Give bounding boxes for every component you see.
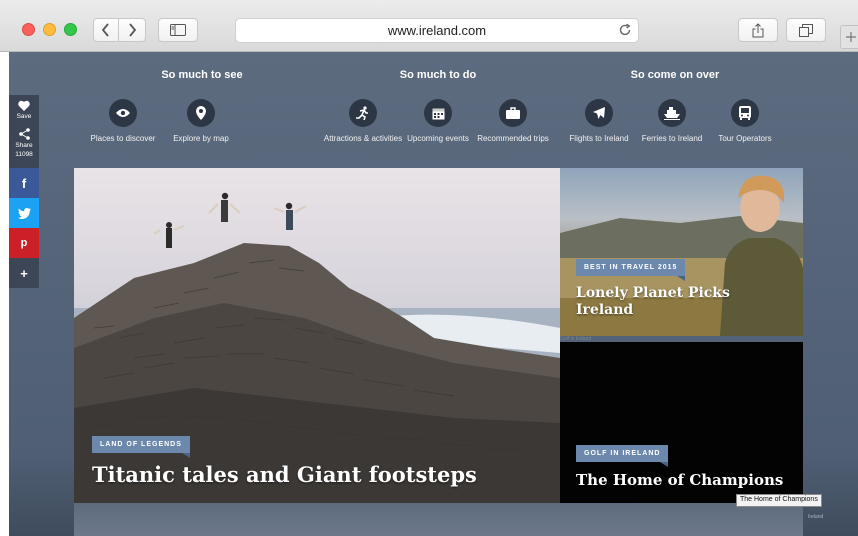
- nav-item-attractions[interactable]: Attractions & activities: [321, 99, 405, 144]
- chevron-left-icon: [101, 23, 109, 37]
- share-icon: [752, 22, 764, 37]
- hero-tag: LAND OF LEGENDS: [92, 436, 190, 458]
- eye-icon: [109, 99, 137, 127]
- nav-item-map[interactable]: Explore by map: [159, 99, 243, 144]
- lower-image-caption: Ireland: [808, 514, 824, 520]
- url-text: www.ireland.com: [387, 23, 487, 38]
- forward-button[interactable]: [119, 18, 146, 42]
- nav-item-label: Explore by map: [173, 134, 229, 143]
- new-tab-button[interactable]: [840, 25, 858, 49]
- twitter-icon: [17, 207, 31, 219]
- nav-item-places[interactable]: Places to discover: [81, 99, 165, 144]
- share-count: 11098: [15, 151, 33, 158]
- sidebar-toggle-button[interactable]: [158, 18, 198, 42]
- nav-item-events[interactable]: Upcoming events: [396, 99, 480, 144]
- suitcase-icon: [499, 99, 527, 127]
- share-label: Share: [15, 142, 33, 149]
- nav-item-label: Flights to Ireland: [569, 134, 629, 143]
- nav-item-trips[interactable]: Recommended trips: [471, 99, 555, 144]
- hero-feature-card[interactable]: LAND OF LEGENDS Titanic tales and Giant …: [74, 168, 560, 503]
- nav-item-ferries[interactable]: Ferries to Ireland: [630, 99, 714, 144]
- golf-card[interactable]: GOLF IN IRELAND The Home of Champions: [560, 342, 803, 503]
- golf-title[interactable]: The Home of Champions: [576, 471, 783, 489]
- hero-title[interactable]: Titanic tales and Giant footsteps: [92, 462, 477, 487]
- bus-icon: [731, 99, 759, 127]
- twitter-share-button[interactable]: [9, 198, 39, 228]
- pinterest-icon: p: [20, 237, 28, 249]
- social-share-bar: Save Share 11098 f p +: [9, 95, 39, 288]
- chevron-right-icon: [129, 23, 137, 37]
- more-share-label: +: [20, 265, 28, 281]
- share-nodes-icon: [18, 128, 30, 140]
- promo-title-line1: Lonely Planet Picks: [576, 285, 730, 301]
- share-count-button[interactable]: Share 11098: [9, 124, 39, 168]
- promo-tag: BEST IN TRAVEL 2015: [576, 259, 686, 281]
- map-pin-icon: [187, 99, 215, 127]
- nav-item-flights[interactable]: Flights to Ireland: [557, 99, 641, 144]
- heart-icon: [18, 100, 30, 111]
- pinterest-share-button[interactable]: p: [9, 228, 39, 258]
- calendar-icon: [424, 99, 452, 127]
- facebook-share-button[interactable]: f: [9, 168, 39, 198]
- nav-heading-see: So much to see: [161, 69, 243, 81]
- promo-title[interactable]: Lonely Planet Picks Ireland: [576, 285, 730, 319]
- nav-heading-do: So much to do: [399, 69, 477, 81]
- running-person-icon: [349, 99, 377, 127]
- plus-icon: [846, 32, 856, 42]
- browser-toolbar: www.ireland.com: [0, 0, 858, 52]
- save-button[interactable]: Save: [9, 95, 39, 124]
- share-button[interactable]: [738, 18, 778, 42]
- zoom-window-button[interactable]: [64, 23, 77, 36]
- golf-tag: GOLF IN IRELAND: [576, 445, 669, 467]
- nav-item-label: Recommended trips: [477, 134, 549, 143]
- nav-item-tour-operators[interactable]: Tour Operators: [703, 99, 787, 144]
- reload-icon: [619, 23, 631, 36]
- sidebar-icon: [170, 24, 186, 36]
- browser-window: www.ireland.com So much to see So much t…: [0, 0, 858, 536]
- lower-feature-strip: [74, 503, 803, 536]
- promo-title-line2: Ireland: [576, 302, 634, 318]
- address-bar[interactable]: www.ireland.com: [235, 18, 639, 43]
- facebook-icon: f: [21, 175, 27, 191]
- back-button[interactable]: [93, 18, 119, 42]
- nav-item-label: Upcoming events: [407, 134, 469, 143]
- nav-item-label: Tour Operators: [718, 134, 772, 143]
- airplane-icon: [585, 99, 613, 127]
- tabs-icon: [799, 23, 813, 37]
- close-window-button[interactable]: [22, 23, 35, 36]
- more-share-button[interactable]: +: [9, 258, 39, 288]
- web-page: So much to see So much to do So come on …: [9, 52, 858, 536]
- nav-heading-come: So come on over: [630, 69, 720, 81]
- lonely-planet-card[interactable]: BEST IN TRAVEL 2015 Lonely Planet Picks …: [560, 168, 803, 336]
- link-tooltip: The Home of Champions: [736, 494, 822, 507]
- reload-button[interactable]: [618, 23, 632, 40]
- show-tabs-button[interactable]: [786, 18, 826, 42]
- save-label: Save: [16, 113, 32, 120]
- ferry-icon: [658, 99, 686, 127]
- minimize-window-button[interactable]: [43, 23, 56, 36]
- nav-item-label: Places to discover: [90, 134, 156, 143]
- nav-item-label: Ferries to Ireland: [641, 134, 703, 143]
- nav-item-label: Attractions & activities: [323, 134, 403, 143]
